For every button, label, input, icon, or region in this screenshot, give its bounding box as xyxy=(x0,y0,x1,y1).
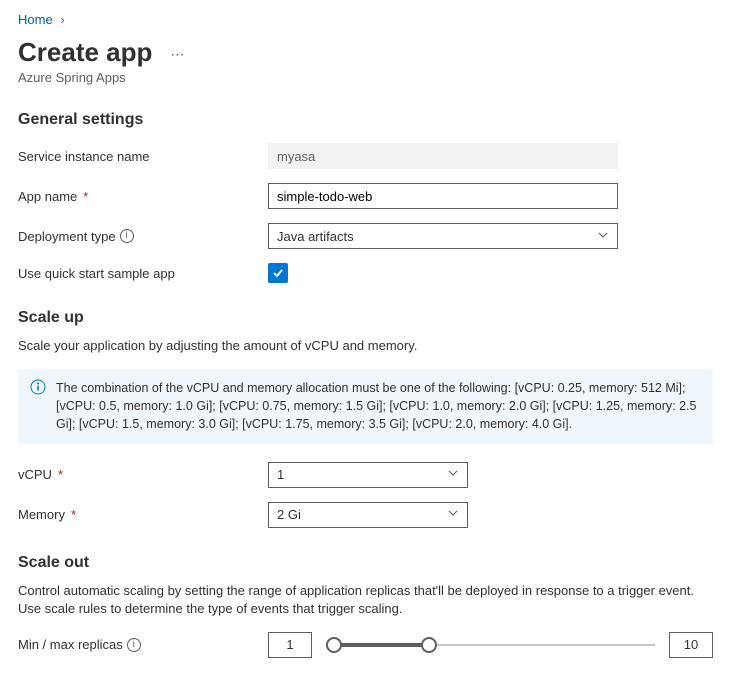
page-title: Create app xyxy=(18,37,152,68)
chevron-down-icon xyxy=(447,507,459,522)
breadcrumb-home-link[interactable]: Home xyxy=(18,12,53,27)
slider-thumb-max[interactable] xyxy=(421,637,437,653)
sample-app-label: Use quick start sample app xyxy=(18,266,268,281)
scale-out-heading: Scale out xyxy=(18,554,713,572)
replicas-slider[interactable] xyxy=(326,635,655,655)
more-actions-button[interactable]: ⋯ xyxy=(170,40,184,63)
general-settings-heading: General settings xyxy=(18,111,713,129)
replicas-label: Min / max replicas i xyxy=(18,637,268,652)
info-icon xyxy=(30,379,46,433)
scale-up-info-box: The combination of the vCPU and memory a… xyxy=(18,369,713,443)
min-replicas-input[interactable]: 1 xyxy=(268,632,312,658)
max-replicas-input[interactable]: 10 xyxy=(669,632,713,658)
chevron-down-icon xyxy=(597,229,609,244)
memory-label: Memory* xyxy=(18,507,268,522)
scale-up-heading: Scale up xyxy=(18,309,713,327)
page-subtitle: Azure Spring Apps xyxy=(18,70,713,85)
chevron-right-icon: › xyxy=(60,12,64,27)
app-name-label: App name* xyxy=(18,189,268,204)
sample-app-checkbox[interactable] xyxy=(268,263,288,283)
vcpu-label: vCPU* xyxy=(18,467,268,482)
scale-up-info-text: The combination of the vCPU and memory a… xyxy=(56,379,701,433)
breadcrumb: Home › xyxy=(18,12,713,27)
memory-select[interactable]: 2 Gi xyxy=(268,502,468,528)
chevron-down-icon xyxy=(447,467,459,482)
deployment-type-select[interactable]: Java artifacts xyxy=(268,223,618,249)
scale-out-description: Control automatic scaling by setting the… xyxy=(18,582,713,618)
service-instance-label: Service instance name xyxy=(18,149,268,164)
info-icon[interactable]: i xyxy=(120,229,134,243)
app-name-input[interactable] xyxy=(268,183,618,209)
vcpu-select[interactable]: 1 xyxy=(268,462,468,488)
info-icon[interactable]: i xyxy=(127,638,141,652)
slider-thumb-min[interactable] xyxy=(326,637,342,653)
service-instance-input xyxy=(268,143,618,169)
scale-up-description: Scale your application by adjusting the … xyxy=(18,337,713,355)
deployment-type-label: Deployment type i xyxy=(18,229,268,244)
